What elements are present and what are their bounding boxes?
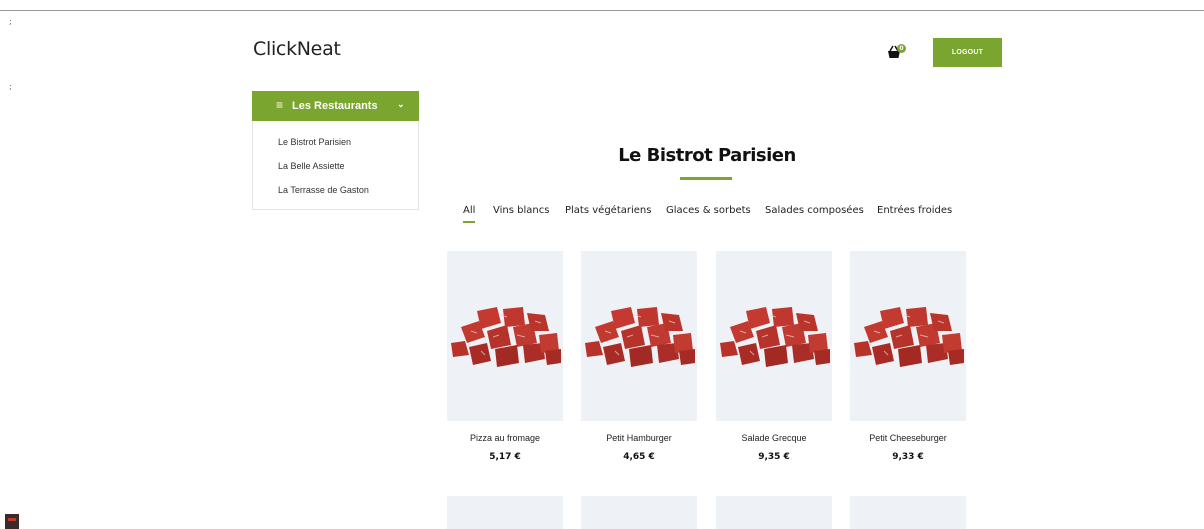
product-card-image[interactable] (716, 251, 832, 421)
sidebar-item-la-terrasse-de-gaston[interactable]: La Terrasse de Gaston (278, 185, 369, 195)
product-card-image[interactable] (850, 251, 966, 421)
tab-all[interactable]: All (463, 205, 476, 223)
tab-vins-blancs[interactable]: Vins blancs (493, 205, 549, 216)
title-underline (680, 177, 732, 180)
meat-image (720, 307, 830, 367)
meat-image (585, 307, 695, 367)
product-card-image[interactable] (581, 251, 697, 421)
meat-image (854, 307, 964, 367)
edge-mark: ; (9, 17, 12, 26)
product-price: 9,33 € (892, 452, 924, 462)
sidebar-item-la-belle-assiette[interactable]: La Belle Assiette (278, 161, 345, 171)
top-divider (0, 10, 1204, 11)
product-card-image[interactable] (850, 496, 966, 529)
site-logo[interactable]: ClickNeat (253, 38, 341, 60)
tab-salades-composees[interactable]: Salades composées (765, 205, 864, 216)
product-name[interactable]: Petit Hamburger (581, 433, 697, 443)
product-price: 4,65 € (623, 452, 655, 462)
product-name[interactable]: Pizza au fromage (447, 433, 563, 443)
product-card-image[interactable] (447, 251, 563, 421)
page-title: Le Bistrot Parisien (618, 145, 796, 166)
product-price: 5,17 € (489, 452, 521, 462)
cart-count-badge: 0 (897, 44, 906, 53)
restaurants-dropdown-toggle[interactable]: ≡ Les Restaurants ⌄ (252, 91, 419, 121)
menu-icon: ≡ (276, 98, 284, 112)
product-card-image[interactable] (581, 496, 697, 529)
product-name[interactable]: Salade Grecque (716, 433, 832, 443)
tab-glaces-sorbets[interactable]: Glaces & sorbets (666, 205, 751, 216)
tab-plats-vegetariens[interactable]: Plats végétariens (565, 205, 651, 216)
logout-button[interactable]: LOGOUT (933, 38, 1002, 67)
product-price: 9,35 € (758, 452, 790, 462)
edge-mark: ; (9, 82, 12, 91)
sidebar-item-le-bistrot-parisien[interactable]: Le Bistrot Parisien (278, 137, 351, 147)
product-card-image[interactable] (716, 496, 832, 529)
corner-thumbnail (5, 514, 19, 529)
meat-image (451, 307, 561, 367)
sidebar-heading: Les Restaurants (292, 100, 378, 112)
product-name[interactable]: Petit Cheeseburger (850, 433, 966, 443)
product-card-image[interactable] (447, 496, 563, 529)
tab-entrees-froides[interactable]: Entrées froides (877, 205, 952, 216)
chevron-down-icon: ⌄ (397, 99, 405, 109)
